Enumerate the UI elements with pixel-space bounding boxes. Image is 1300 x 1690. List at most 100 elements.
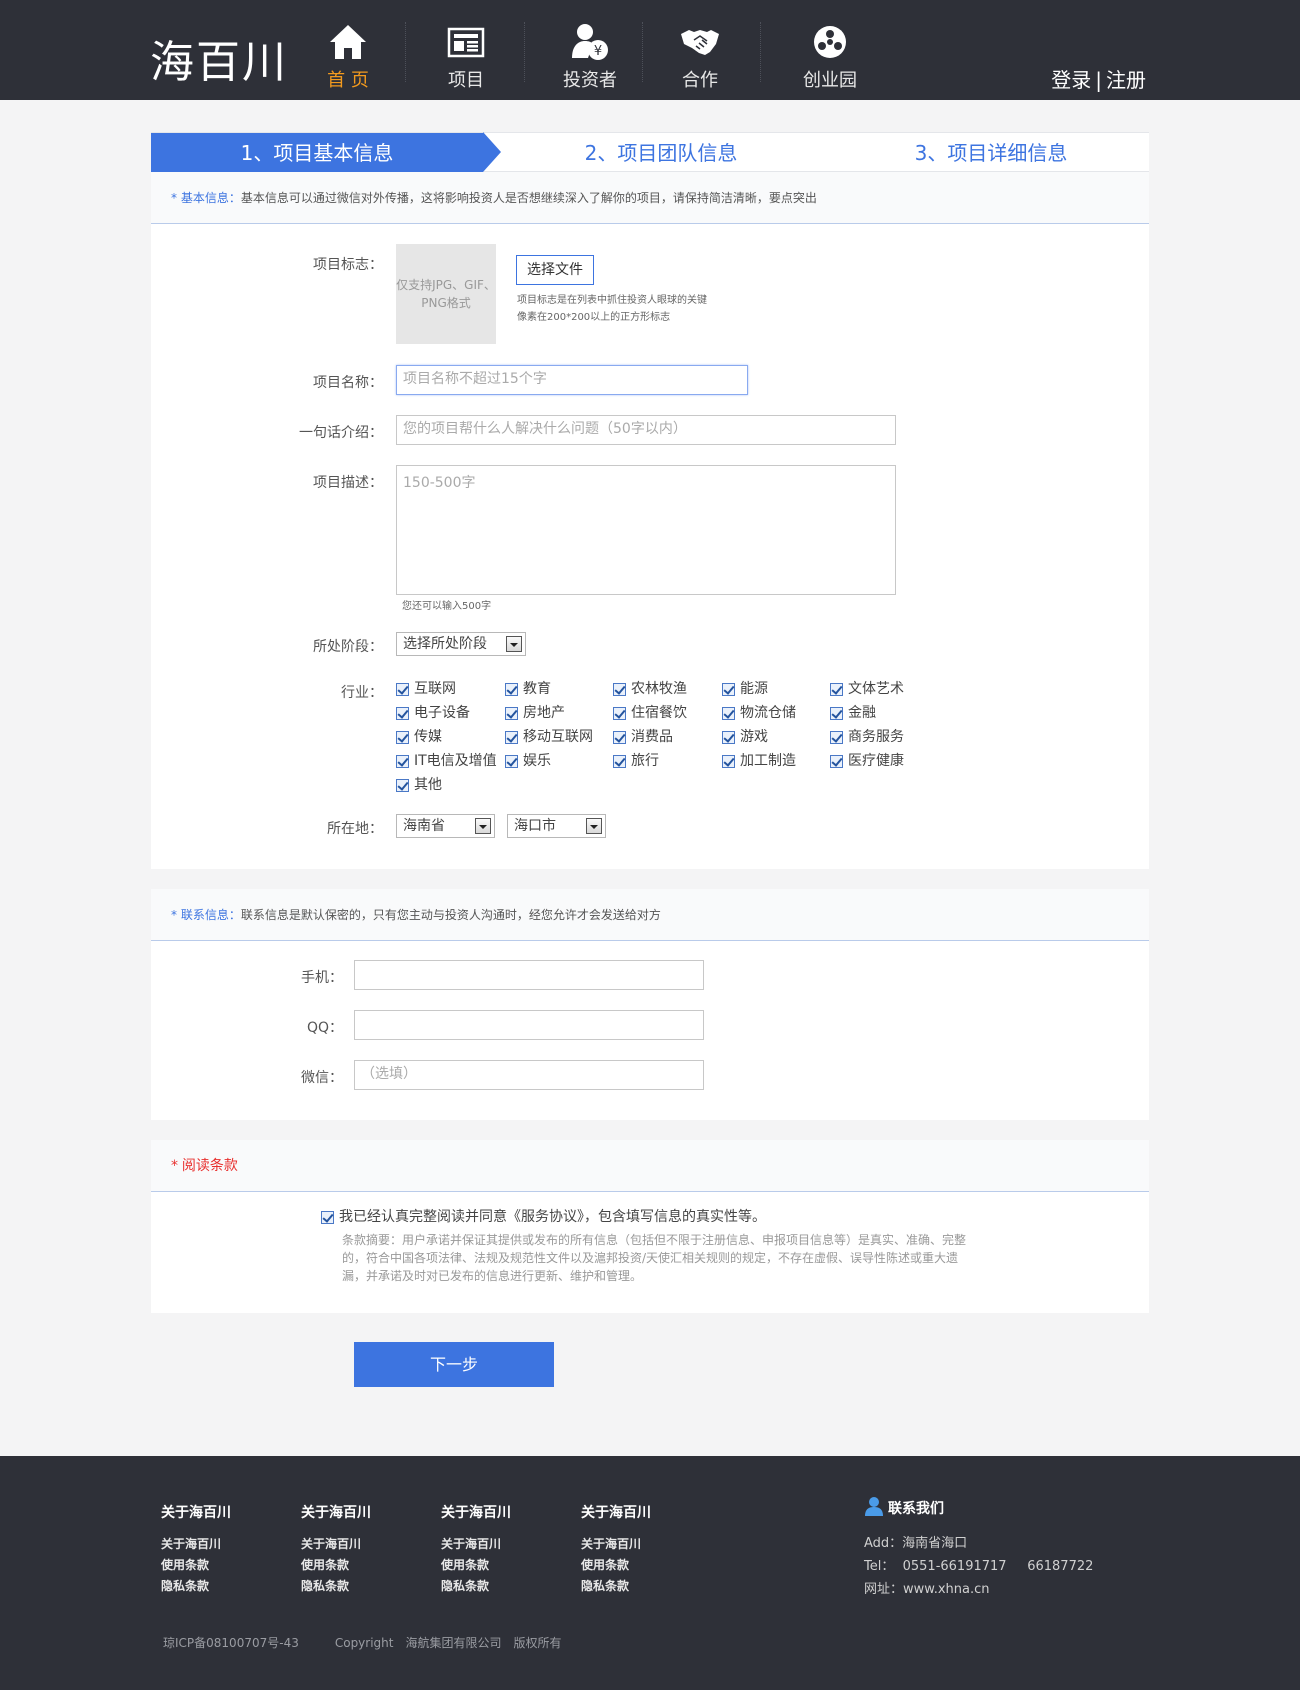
industry-checkbox[interactable]: 其他 [396,775,442,795]
industry-checkbox[interactable]: 传媒 [396,727,442,747]
industry-checkbox[interactable]: 能源 [722,679,768,699]
terms-summary-line: 漏，并承诺及时对已发布的信息进行更新、维护和管理。 [342,1269,643,1283]
checkbox-checked-icon [722,707,735,720]
terms-header: * 阅读条款 [151,1140,1149,1192]
footer-link-terms[interactable]: 使用条款 [301,1555,371,1576]
step-basic-info[interactable]: 1、项目基本信息 [151,133,483,173]
industry-checkbox[interactable]: 消费品 [613,727,673,747]
nav-investors[interactable]: ¥ 投资者 [530,0,650,100]
industry-checkbox[interactable]: 农林牧渔 [613,679,687,699]
nav-projects[interactable]: 项目 [406,0,526,100]
checkbox-checked-icon [396,779,409,792]
footer-link-privacy[interactable]: 隐私条款 [301,1576,371,1597]
industry-checkbox[interactable]: 房地产 [505,703,565,723]
industry-checkbox[interactable]: 互联网 [396,679,456,699]
nav-divider [524,22,525,82]
industry-checkbox-label: 商务服务 [848,729,904,745]
industry-checkbox[interactable]: 医疗健康 [830,751,904,771]
industry-checkbox-label: 教育 [523,681,551,697]
step-team-info[interactable]: 2、项目团队信息 [501,133,821,173]
newspaper-icon [447,27,485,58]
industry-checkbox[interactable]: 物流仓储 [722,703,796,723]
wechat-input[interactable]: （选填） [354,1060,704,1090]
project-name-input[interactable]: 项目名称不超过15个字 [396,365,748,395]
register-link[interactable]: 注册 [1106,68,1146,92]
industry-checkbox[interactable]: 金融 [830,703,876,723]
industry-checkbox-label: 加工制造 [740,753,796,769]
city-select[interactable]: 海口市 [507,814,606,838]
nav-home[interactable]: 首 页 [288,0,408,100]
footer-link-about[interactable]: 关于海百川 [441,1534,511,1555]
industry-checkbox[interactable]: 住宿餐饮 [613,703,687,723]
province-select[interactable]: 海南省 [396,814,495,838]
footer-link-terms[interactable]: 使用条款 [441,1555,511,1576]
industry-checkbox-label: 能源 [740,681,768,697]
icp-number: 琼ICP备08100707号-43 [163,1636,299,1650]
phone-input[interactable] [354,960,704,990]
checkbox-checked-icon [830,683,843,696]
step-progress: 1、项目基本信息 2、项目团队信息 3、项目详细信息 [151,132,1151,173]
industry-checkbox[interactable]: 移动互联网 [505,727,593,747]
industry-checkbox[interactable]: 加工制造 [722,751,796,771]
footer-column-title: 关于海百川 [301,1505,371,1521]
industry-checkbox[interactable]: 电子设备 [396,703,470,723]
basic-info-panel: * 基本信息：基本信息可以通过微信对外传播，这将影响投资人是否想继续深入了解你的… [151,172,1149,869]
industry-checkbox[interactable]: 商务服务 [830,727,904,747]
description-counter: 您还可以输入500字 [402,601,492,612]
terms-agree-checkbox[interactable]: 我已经认真完整阅读并同意《服务协议》，包含填写信息的真实性等。 [321,1207,766,1227]
nav-label: 合作 [682,70,718,91]
login-link[interactable]: 登录 [1051,68,1091,92]
site-logo[interactable]: 海百川 [150,26,288,90]
nav-incubator[interactable]: 创业园 [770,0,890,100]
checkbox-checked-icon [396,731,409,744]
checkbox-checked-icon [613,755,626,768]
checkbox-checked-icon [830,755,843,768]
step-detail-info[interactable]: 3、项目详细信息 [831,133,1151,173]
industry-checkbox[interactable]: IT电信及增值 [396,751,497,771]
nav-label: 项目 [448,70,484,91]
industry-checkbox[interactable]: 文体艺术 [830,679,904,699]
industry-checkbox-label: 文体艺术 [848,681,904,697]
industry-checkbox[interactable]: 游戏 [722,727,768,747]
stage-select[interactable]: 选择所处阶段 [396,632,526,656]
chevron-down-icon[interactable] [475,818,491,834]
description-textarea[interactable]: 150-500字 [396,465,896,595]
choose-file-button[interactable]: 选择文件 [516,255,594,285]
checkbox-checked-icon [722,683,735,696]
industry-checkbox[interactable]: 旅行 [613,751,659,771]
chevron-down-icon[interactable] [506,636,522,652]
footer-link-terms[interactable]: 使用条款 [161,1555,231,1576]
footer-link-about[interactable]: 关于海百川 [161,1534,231,1555]
terms-panel: * 阅读条款 我已经认真完整阅读并同意《服务协议》，包含填写信息的真实性等。 条… [151,1140,1149,1313]
logo-tip-line: 项目标志是在列表中抓住投资人眼球的关键 [517,295,707,306]
industry-checkbox[interactable]: 娱乐 [505,751,551,771]
industry-checkbox-label: 医疗健康 [848,753,904,769]
footer-link-about[interactable]: 关于海百川 [581,1534,651,1555]
footer-link-privacy[interactable]: 隐私条款 [161,1576,231,1597]
footer-link-terms[interactable]: 使用条款 [581,1555,651,1576]
chevron-down-icon[interactable] [586,818,602,834]
step-arrow [483,132,501,172]
logo-tip-line: 像素在200*200以上的正方形标志 [517,312,671,323]
intro-input[interactable]: 您的项目帮什么人解决什么问题（50字以内） [396,415,896,445]
nav-cooperation[interactable]: 合作 [640,0,760,100]
industry-checkbox-label: 住宿餐饮 [631,705,687,721]
industry-checkbox-label: 房地产 [523,705,565,721]
footer-column: 关于海百川 关于海百川 使用条款 隐私条款 [581,1502,651,1597]
industry-checkbox-label: 电子设备 [414,705,470,721]
footer-link-about[interactable]: 关于海百川 [301,1534,371,1555]
auth-separator: | [1095,68,1102,92]
checkbox-checked-icon [505,707,518,720]
logo-upload-area[interactable]: 仅支持JPG、GIF、PNG格式 [396,244,496,344]
footer-link-privacy[interactable]: 隐私条款 [441,1576,511,1597]
terms-summary: 条款摘要：用户承诺并保证其提供或发布的所有信息（包括但不限于注册信息、申报项目信… [342,1231,982,1285]
footer-website: 网址：www.xhna.cn [864,1582,990,1597]
footer-column-title: 关于海百川 [441,1505,511,1521]
intro-label: 一句话介绍： [299,425,383,441]
next-step-button[interactable]: 下一步 [354,1342,554,1387]
terms-agree-label: 我已经认真完整阅读并同意《服务协议》，包含填写信息的真实性等。 [339,1209,766,1225]
qq-input[interactable] [354,1010,704,1040]
footer-link-privacy[interactable]: 隐私条款 [581,1576,651,1597]
home-icon [330,25,366,59]
industry-checkbox[interactable]: 教育 [505,679,551,699]
